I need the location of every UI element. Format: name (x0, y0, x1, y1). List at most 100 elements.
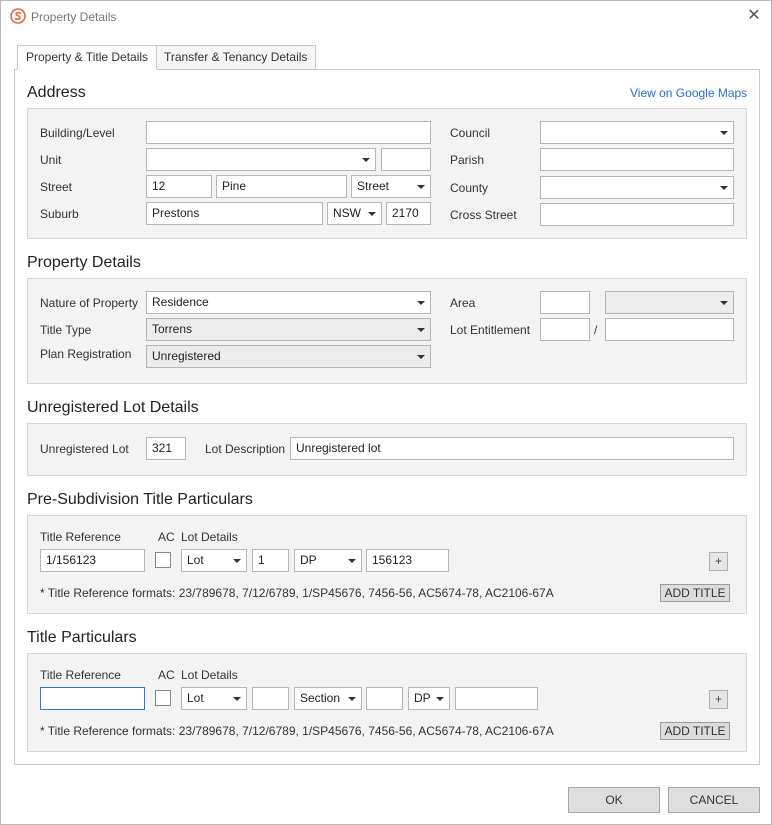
unregistered-lot-input[interactable]: 321 (146, 437, 186, 460)
pre-plan-number-input[interactable]: 156123 (366, 549, 449, 572)
pre-add-title-button[interactable]: ADD TITLE (660, 584, 730, 602)
unit-select[interactable] (146, 148, 376, 171)
ac-label: AC (158, 668, 175, 682)
chevron-down-icon (417, 185, 425, 189)
ac-checkbox[interactable] (155, 690, 171, 706)
state-select[interactable]: NSW (327, 202, 382, 225)
parish-label: Parish (450, 153, 485, 167)
chevron-down-icon (436, 697, 444, 701)
title-type-label: Title Type (40, 323, 92, 337)
plan-number-input[interactable] (455, 687, 538, 710)
chevron-down-icon (362, 158, 370, 162)
council-select[interactable] (540, 121, 734, 144)
pre-plan-type-value: DP (300, 553, 317, 567)
area-unit-select[interactable] (605, 291, 734, 314)
lot-number-input[interactable] (252, 687, 289, 710)
title-particulars-section-title: Title Particulars (27, 629, 137, 646)
lot-description-label: Lot Description (205, 442, 286, 456)
pre-lot-type-select[interactable]: Lot (181, 549, 247, 572)
nature-of-property-label: Nature of Property (40, 296, 139, 310)
address-section-title: Address (27, 84, 86, 101)
state-value: NSW (333, 206, 361, 220)
chevron-down-icon (233, 697, 241, 701)
street-type-select[interactable]: Street (351, 175, 431, 198)
chevron-down-icon (417, 301, 425, 305)
section-number-input[interactable] (366, 687, 403, 710)
parish-input[interactable] (540, 148, 734, 171)
pre-add-row-button[interactable]: + (709, 552, 728, 571)
unregistered-lot-label: Unregistered Lot (40, 442, 129, 456)
street-label: Street (40, 180, 73, 194)
tab-panel: Address View on Google Maps Building/Lev… (14, 69, 760, 765)
ok-button[interactable]: OK (568, 787, 660, 813)
add-title-button[interactable]: ADD TITLE (660, 722, 730, 740)
pre-title-reference-input[interactable]: 1/156123 (40, 549, 145, 572)
property-details-dialog: Property Details ✕ Property & Title Deta… (0, 0, 772, 825)
chevron-down-icon (233, 559, 241, 563)
unregistered-lot-section-title: Unregistered Lot Details (27, 399, 199, 416)
title-particulars-section: Title Reference AC Lot Details Lot Secti… (27, 653, 747, 752)
chevron-down-icon (348, 559, 356, 563)
lot-description-input[interactable]: Unregistered lot (290, 437, 734, 460)
plan-registration-value: Unregistered (152, 349, 221, 363)
lot-type-value: Lot (187, 691, 204, 705)
plan-type-value: DP (414, 691, 431, 705)
section-type-value: Section (300, 691, 341, 705)
view-google-maps-link[interactable]: View on Google Maps (630, 86, 747, 100)
title-bar: Property Details ✕ (1, 1, 771, 33)
lot-entitlement-separator: / (594, 323, 598, 337)
title-reference-input[interactable] (40, 687, 145, 710)
chevron-down-icon (720, 301, 728, 305)
add-row-button[interactable]: + (709, 690, 728, 709)
tab-property-title-details[interactable]: Property & Title Details (17, 45, 158, 70)
suburb-input[interactable]: Prestons (146, 202, 323, 225)
pre-title-reference-formats-note: * Title Reference formats: 23/789678, 7/… (40, 586, 554, 600)
section-type-select[interactable]: Section (294, 687, 362, 710)
council-label: Council (450, 126, 491, 140)
area-label: Area (450, 296, 476, 310)
address-section: Building/Level Unit Street 12 Pine Stree… (27, 108, 747, 239)
cancel-button[interactable]: CANCEL (668, 787, 760, 813)
title-type-value: Torrens (152, 322, 193, 336)
nature-of-property-value: Residence (152, 295, 209, 309)
cross-street-input[interactable] (540, 203, 734, 226)
pre-ac-label: AC (158, 530, 175, 544)
pre-lot-details-label: Lot Details (181, 530, 238, 544)
area-input[interactable] (540, 291, 590, 314)
county-select[interactable] (540, 176, 734, 199)
street-type-value: Street (357, 179, 390, 193)
title-type-select[interactable]: Torrens (146, 318, 431, 341)
building-level-label: Building/Level (40, 126, 115, 140)
chevron-down-icon (417, 355, 425, 359)
title-reference-formats-note: * Title Reference formats: 23/789678, 7/… (40, 724, 554, 738)
close-icon[interactable]: ✕ (745, 7, 763, 25)
nature-of-property-select[interactable]: Residence (146, 291, 431, 314)
property-details-section: Nature of Property Residence Title Type … (27, 278, 747, 384)
plan-registration-select[interactable]: Unregistered (146, 345, 431, 368)
unit-label: Unit (40, 153, 62, 167)
lot-entitlement-total-input[interactable] (605, 318, 734, 341)
lot-entitlement-input[interactable] (540, 318, 590, 341)
plan-type-select[interactable]: DP (408, 687, 450, 710)
pre-ac-checkbox[interactable] (155, 552, 171, 568)
pre-plan-type-select[interactable]: DP (294, 549, 362, 572)
postcode-input[interactable]: 2170 (386, 202, 431, 225)
lot-entitlement-label: Lot Entitlement (450, 323, 531, 337)
unregistered-lot-section: Unregistered Lot 321 Lot Description Unr… (27, 423, 747, 476)
county-label: County (450, 181, 489, 195)
pre-lot-number-input[interactable]: 1 (252, 549, 289, 572)
app-logo-icon (10, 8, 26, 24)
unit-number-input[interactable] (381, 148, 431, 171)
pre-subdivision-section: Title Reference AC Lot Details 1/156123 … (27, 515, 747, 614)
building-level-input[interactable] (146, 121, 431, 144)
chevron-down-icon (348, 697, 356, 701)
pre-subdivision-section-title: Pre-Subdivision Title Particulars (27, 491, 253, 508)
lot-details-label: Lot Details (181, 668, 238, 682)
street-name-input[interactable]: Pine (216, 175, 347, 198)
street-number-input[interactable]: 12 (146, 175, 212, 198)
tab-transfer-tenancy-details[interactable]: Transfer & Tenancy Details (155, 45, 317, 70)
plan-registration-label: Plan Registration (40, 347, 132, 361)
lot-type-select[interactable]: Lot (181, 687, 247, 710)
chevron-down-icon (417, 328, 425, 332)
window-title: Property Details (31, 10, 117, 24)
